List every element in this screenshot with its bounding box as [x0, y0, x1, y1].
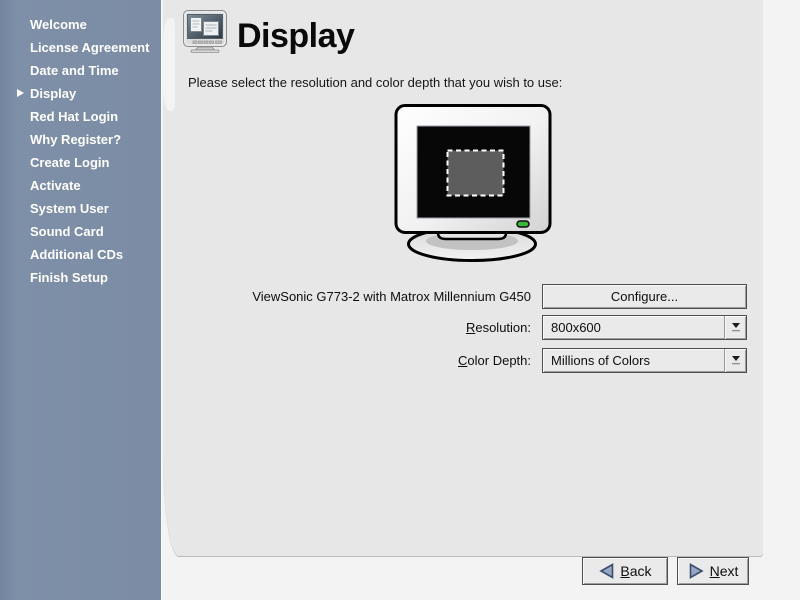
resolution-preview-area	[448, 151, 504, 196]
sidebar-item-date-and-time: Date and Time	[0, 59, 161, 82]
sidebar-item-sound-card: Sound Card	[0, 220, 161, 243]
resolution-value: 800x600	[543, 316, 724, 339]
sidebar-item-additional-cds: Additional CDs	[0, 243, 161, 266]
back-button[interactable]: Back	[582, 557, 668, 585]
color-depth-value: Millions of Colors	[543, 349, 724, 372]
power-led	[517, 221, 529, 227]
sidebar-item-display: Display	[0, 82, 161, 105]
setup-steps-list: Welcome License Agreement Date and Time …	[0, 13, 161, 289]
sidebar-item-activate: Activate	[0, 174, 161, 197]
device-label: ViewSonic G773-2 with Matrox Millennium …	[252, 284, 531, 309]
sidebar-item-welcome: Welcome	[0, 13, 161, 36]
firstboot-window: Welcome License Agreement Date and Time …	[0, 0, 800, 600]
resolution-dropdown-arrow-icon[interactable]	[724, 316, 746, 339]
sidebar-item-why-register: Why Register?	[0, 128, 161, 151]
sidebar: Welcome License Agreement Date and Time …	[0, 0, 162, 600]
page-subtitle: Please select the resolution and color d…	[188, 75, 562, 90]
sidebar-item-system-user: System User	[0, 197, 161, 220]
configure-button[interactable]: Configure...	[542, 284, 747, 309]
monitor-preview-graphic	[392, 103, 556, 263]
back-arrow-icon	[598, 563, 615, 579]
sidebar-item-red-hat-login: Red Hat Login	[0, 105, 161, 128]
resolution-dropdown[interactable]: 800x600	[542, 315, 747, 340]
sidebar-item-create-login: Create Login	[0, 151, 161, 174]
current-step-arrow-icon	[17, 89, 24, 97]
display-page-icon	[182, 9, 228, 53]
next-arrow-icon	[688, 563, 705, 579]
color-depth-label: Color Depth:	[458, 348, 531, 373]
sidebar-edge-decoration	[163, 18, 175, 111]
resolution-label: Resolution:	[466, 315, 531, 340]
page-title: Display	[237, 17, 354, 56]
sidebar-item-license-agreement: License Agreement	[0, 36, 161, 59]
color-depth-dropdown-arrow-icon[interactable]	[724, 349, 746, 372]
color-depth-dropdown[interactable]: Millions of Colors	[542, 348, 747, 373]
sidebar-item-finish-setup: Finish Setup	[0, 266, 161, 289]
next-button[interactable]: Next	[677, 557, 749, 585]
